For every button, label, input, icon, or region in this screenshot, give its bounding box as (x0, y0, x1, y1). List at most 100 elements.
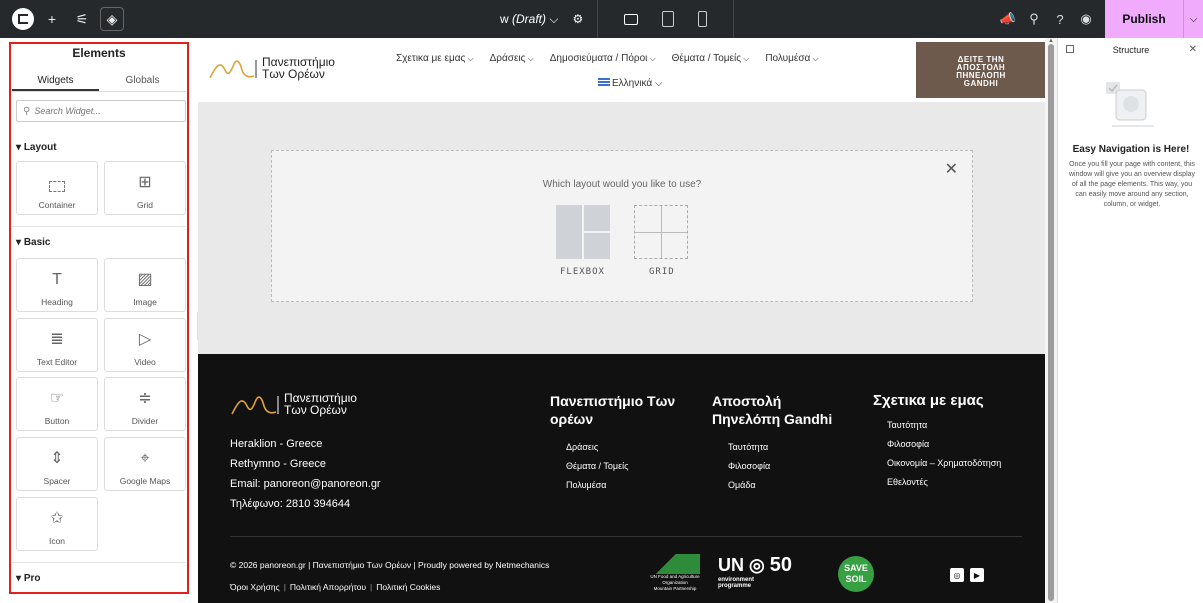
widget-icon[interactable]: ✩ Icon (16, 497, 98, 551)
nav-item[interactable]: Πολυμέσα (765, 53, 818, 64)
panel-title: Elements (72, 46, 126, 60)
title-line: Πηνελόπη Gandhi (712, 411, 833, 427)
save-soil-logo[interactable]: SAVE SOIL (838, 556, 874, 592)
footer-link[interactable]: Θέματα / Τομείς (566, 457, 675, 476)
contact-line: Τηλέφωνο: 2810 394644 (230, 498, 351, 510)
footer-divider (230, 536, 1022, 537)
nav-item[interactable]: Δημοσιεύματα / Πόροι (550, 53, 656, 64)
nav-item[interactable]: Θέματα / Τομείς (672, 53, 750, 64)
search-icon[interactable]: ⚲ (1021, 11, 1047, 27)
widget-divider[interactable]: ≑ Divider (104, 377, 186, 431)
publish-button[interactable]: Publish (1105, 0, 1183, 38)
footer-link[interactable]: Φιλοσοφία (887, 435, 1001, 454)
image-icon: ▨ (137, 271, 153, 288)
flexbox-label: FLEXBOX (560, 267, 605, 277)
star-icon: ✩ (50, 510, 64, 527)
footer-link[interactable]: Πολυμέσα (566, 476, 675, 495)
unep-mark: UN (718, 555, 744, 575)
preview-icon[interactable]: ◉ (1073, 11, 1099, 27)
widget-container[interactable]: Container (16, 161, 98, 215)
nav-item[interactable]: Σχετικα με εμας (396, 53, 474, 64)
footer-link[interactable]: Ομάδα (728, 476, 832, 495)
structure-toggle-icon[interactable]: ◈ (100, 7, 124, 31)
logo-text: Πανεπιστήμιο Των Ορέων (284, 392, 357, 416)
category-pro[interactable]: Pro (16, 573, 41, 584)
category-basic[interactable]: Basic (16, 237, 51, 248)
footer-link[interactable]: Ταυτότητα (887, 416, 1001, 435)
desktop-view-icon[interactable] (624, 13, 639, 25)
chevron-down-icon[interactable]: ⌵ (1183, 0, 1203, 38)
site-settings-icon[interactable]: ⚟ (70, 7, 94, 31)
spacer-icon: ⇕ (50, 450, 64, 467)
scroll-thumb[interactable] (1048, 44, 1054, 601)
widget-grid[interactable]: ⊞ Grid (104, 161, 186, 215)
legal-link[interactable]: Πολιτική Απορρήτου (290, 582, 366, 592)
fao-mountain-partnership-logo[interactable]: UN Food and Agriculture Organization Mou… (640, 554, 710, 594)
footer-col-title: Σχετικα με εμας (873, 392, 984, 409)
mountain-logo-icon (209, 60, 257, 79)
navigator-illustration-icon (1106, 82, 1154, 127)
unep-logo[interactable]: UN ◎ 50 environment programme (718, 554, 792, 589)
widget-google-maps[interactable]: ⌖ Google Maps (104, 437, 186, 491)
close-icon[interactable]: ✕ (945, 159, 958, 179)
site-header: Πανεπιστήμιο Των Ορέων Σχετικα με εμας Δ… (198, 38, 1045, 102)
soil-text: SOIL (845, 574, 867, 584)
divider (597, 0, 599, 38)
layout-picker: ✕ Which layout would you like to use? FL… (271, 150, 973, 302)
tablet-view-icon[interactable] (662, 11, 675, 27)
language-switcher[interactable]: Ελληνικά ⌵ (598, 78, 662, 89)
close-icon[interactable]: ✕ (1189, 44, 1197, 55)
instagram-icon[interactable]: ◎ (950, 568, 964, 582)
tab-widgets[interactable]: Widgets (12, 68, 99, 91)
document-controls: w (Draft) ⌵ ⚙ (500, 0, 748, 38)
page-settings-icon[interactable]: ⚙ (572, 12, 583, 26)
legal-link[interactable]: Πολιτική Cookies (376, 582, 440, 592)
document-name[interactable]: w (Draft) ⌵ (500, 12, 558, 27)
footer-link[interactable]: Ταυτότητα (728, 438, 832, 457)
divider (12, 562, 186, 563)
widget-image[interactable]: ▨ Image (104, 258, 186, 312)
footer-logo[interactable]: Πανεπιστήμιο Των Ορέων (230, 392, 357, 416)
footer-link[interactable]: Εθελοντές (887, 473, 1001, 492)
site-logo[interactable]: Πανεπιστήμιο Των Ορέων (208, 56, 335, 80)
footer-link[interactable]: Φιλοσοφία (728, 457, 832, 476)
main-nav: Σχετικα με εμας Δράσεις Δημοσιεύματα / Π… (396, 53, 835, 64)
youtube-icon[interactable]: ▶ (970, 568, 984, 582)
search-widget-field[interactable]: ⚲ (16, 100, 186, 122)
widget-label: Icon (48, 536, 66, 546)
notifications-icon[interactable]: 📣 (995, 11, 1021, 27)
empty-state-text: Once you fill your page with content, th… (1068, 161, 1196, 208)
footer-link[interactable]: Δράσεις (566, 438, 675, 457)
widget-heading[interactable]: T Heading (16, 258, 98, 312)
mobile-view-icon[interactable] (698, 11, 708, 27)
canvas-scrollbar[interactable]: ▲ (1045, 38, 1057, 603)
flexbox-option[interactable] (556, 205, 610, 259)
greek-flag-icon (598, 78, 610, 86)
contact-line: Rethymno - Greece (230, 458, 326, 470)
legal-link[interactable]: Όροι Χρήσης (230, 582, 280, 592)
banner-line: GANDHI (963, 79, 999, 88)
contact-line: Heraklion - Greece (230, 438, 323, 450)
gandhi-banner[interactable]: ΔΕΙΤΕ ΤΗΝ ΑΠΟΣΤΟΛΗ ΠΗΝΕΛΟΠΗ GANDHI (916, 42, 1045, 98)
map-icon: ⌖ (140, 450, 150, 467)
widget-spacer[interactable]: ⇕ Spacer (16, 437, 98, 491)
logo-text: Πανεπιστήμιο Των Ορέων (262, 56, 335, 80)
category-layout[interactable]: Layout (16, 142, 57, 153)
nav-item[interactable]: Δράσεις (490, 53, 534, 64)
elementor-logo-icon[interactable] (12, 8, 34, 30)
footer-link[interactable]: Οικονομία – Χρηματοδότηση (887, 454, 1001, 473)
widget-button[interactable]: ☞ Button (16, 377, 98, 431)
tab-globals[interactable]: Globals (99, 68, 186, 91)
grid-label: GRID (649, 267, 675, 277)
grid-option[interactable] (634, 205, 688, 259)
copyright: © 2026 panoreon.gr | Πανεπιστήμιο Των Ορ… (230, 560, 550, 570)
widget-text-editor[interactable]: ≣ Text Editor (16, 318, 98, 372)
add-element-icon[interactable]: + (40, 7, 64, 31)
title-line: Αποστολή (712, 393, 782, 409)
unep-50: 50 (769, 554, 792, 576)
title-line: Πανεπιστήμιο Των (550, 393, 676, 409)
widget-video[interactable]: ▷ Video (104, 318, 186, 372)
footer-col-about: Σχετικα με εμας Ταυτότητα Φιλοσοφία Οικο… (873, 392, 1001, 492)
help-icon[interactable]: ? (1047, 12, 1073, 27)
search-input[interactable] (34, 106, 165, 116)
